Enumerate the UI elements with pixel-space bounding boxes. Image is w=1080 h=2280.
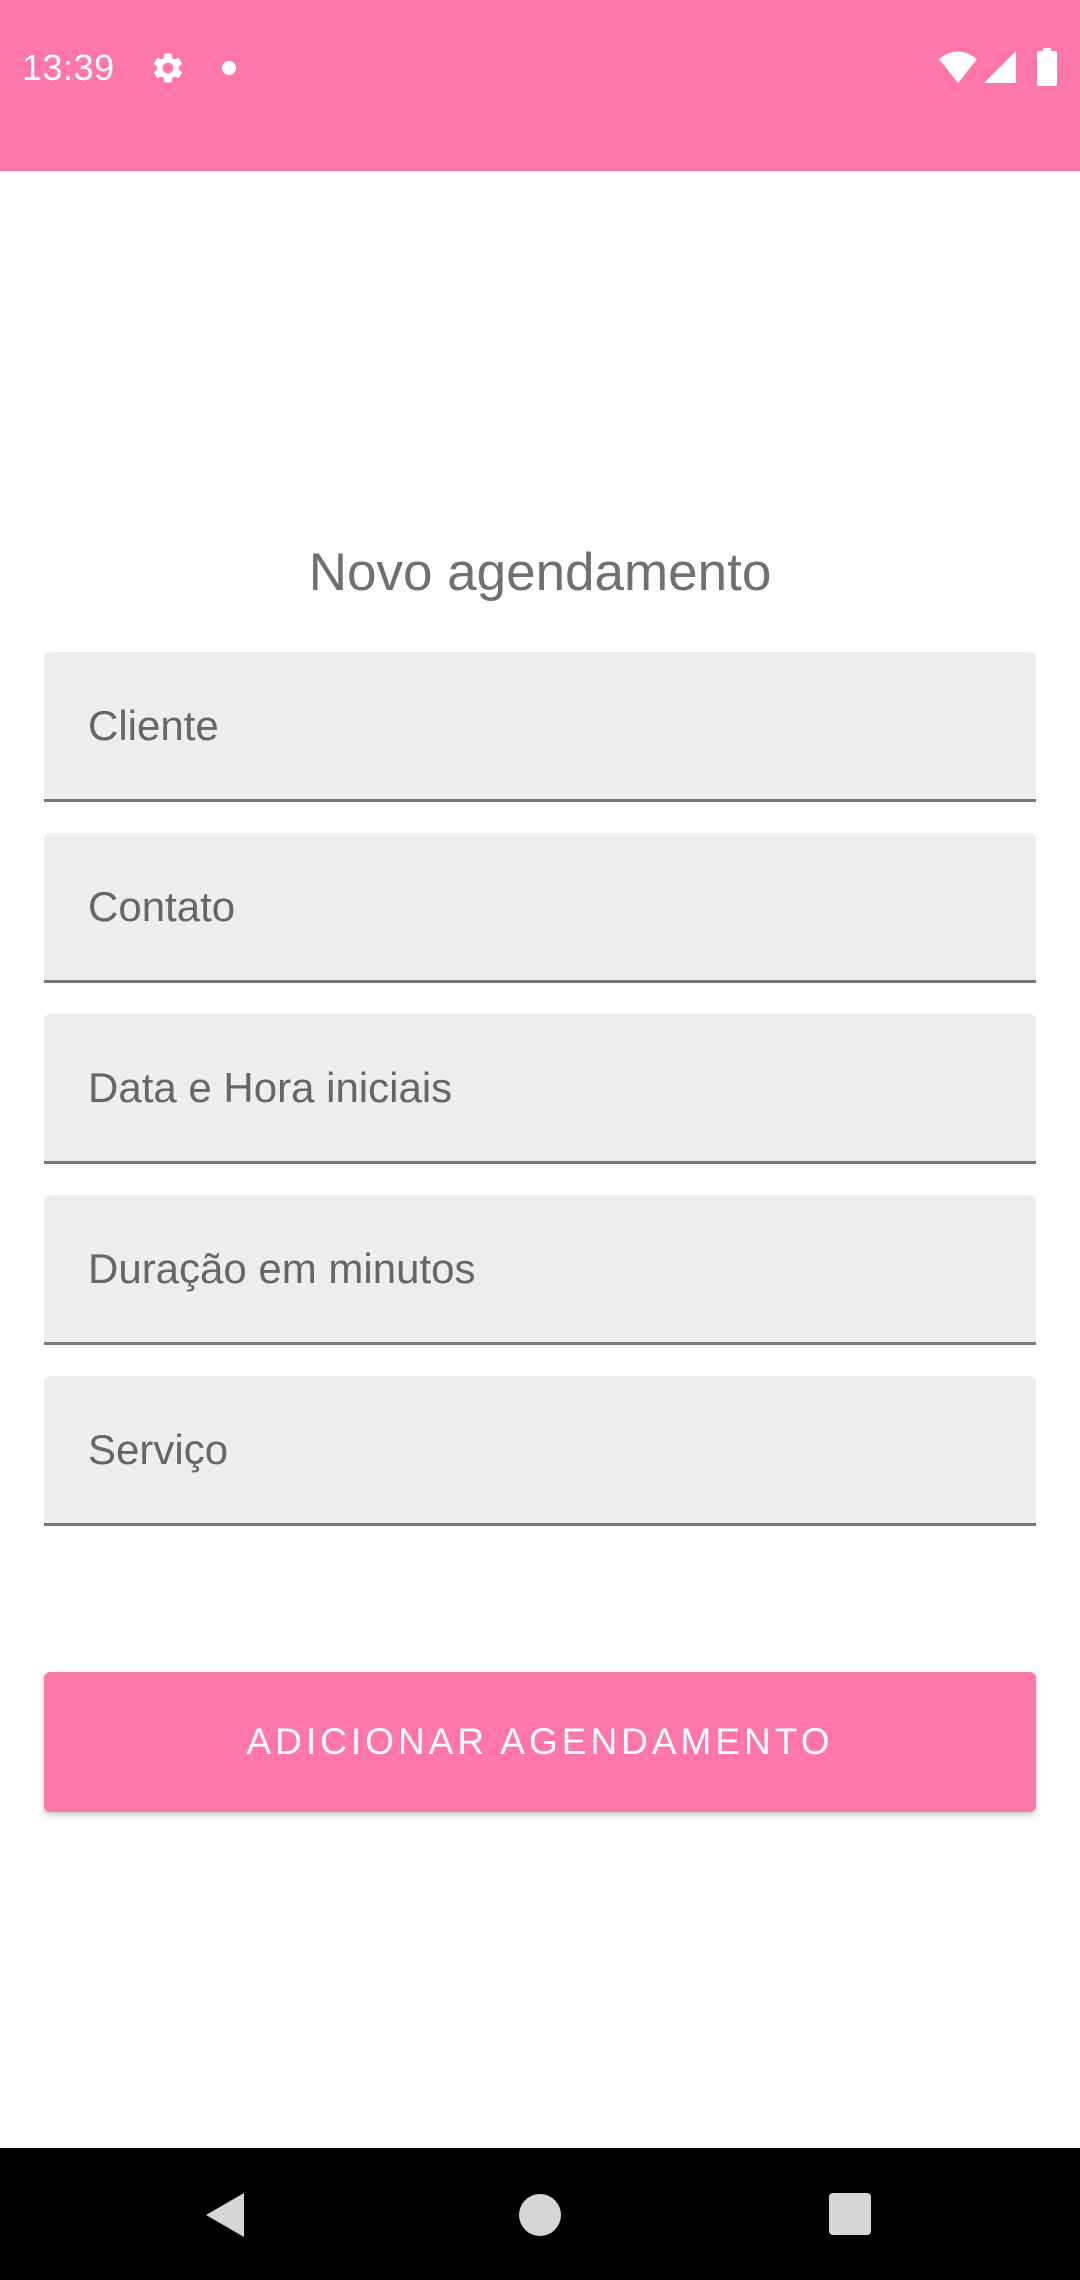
duracao-field[interactable]	[44, 1195, 1036, 1345]
navigation-bar	[0, 2148, 1080, 2280]
status-time: 13:39	[22, 47, 115, 88]
contato-input[interactable]	[44, 833, 1036, 980]
status-bar: 13:39	[0, 0, 1080, 171]
cliente-field[interactable]	[44, 652, 1036, 802]
page-title: Novo agendamento	[308, 543, 772, 602]
data-hora-input[interactable]	[44, 1014, 1036, 1161]
cell-signal-icon	[984, 51, 1016, 83]
cliente-input[interactable]	[44, 652, 1036, 799]
recents-icon[interactable]	[829, 2193, 871, 2235]
wifi-icon	[939, 51, 977, 83]
duracao-input[interactable]	[44, 1195, 1036, 1342]
battery-icon	[1037, 48, 1057, 86]
back-icon[interactable]	[204, 2192, 248, 2238]
servico-input[interactable]	[44, 1376, 1036, 1523]
servico-field[interactable]	[44, 1376, 1036, 1526]
gear-icon	[153, 53, 183, 83]
add-appointment-button[interactable]: ADICIONAR AGENDAMENTO	[44, 1672, 1036, 1812]
home-icon[interactable]	[519, 2194, 561, 2236]
contato-field[interactable]	[44, 833, 1036, 983]
data-hora-field[interactable]	[44, 1014, 1036, 1164]
notification-dot-icon	[222, 61, 236, 75]
